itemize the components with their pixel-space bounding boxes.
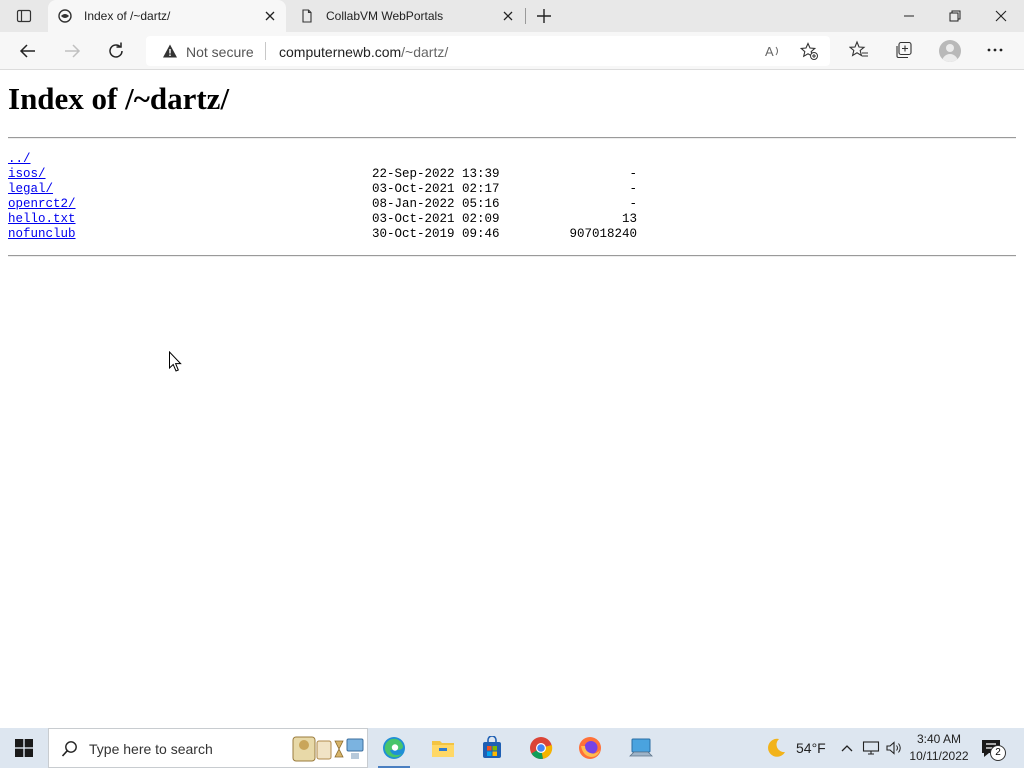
search-placeholder: Type here to search: [89, 741, 213, 757]
entry-date: 03-Oct-2021 02:17: [372, 182, 500, 196]
entry-size: -: [629, 182, 637, 196]
page-favicon-icon: [58, 9, 72, 23]
taskbar-firefox[interactable]: [566, 728, 614, 768]
taskbar-computer[interactable]: [617, 728, 665, 768]
document-icon: [302, 9, 312, 23]
add-favorite-icon[interactable]: [800, 42, 818, 60]
weather-widget[interactable]: [762, 728, 790, 768]
taskbar-edge[interactable]: [370, 728, 418, 768]
profile-avatar[interactable]: [939, 40, 961, 62]
navigation-toolbar: Not secure computernewb.com/~dartz/ A: [0, 32, 1024, 70]
divider-bottom: [8, 255, 1016, 257]
volume-icon[interactable]: [884, 728, 904, 768]
address-separator: [265, 42, 266, 60]
more-options-icon[interactable]: [985, 40, 1005, 60]
entry-link[interactable]: legal/: [8, 182, 53, 197]
tab-title: Index of /~dartz/: [84, 9, 171, 23]
notification-count-badge: 2: [990, 745, 1006, 761]
computer-icon: [629, 738, 653, 757]
clock-time: 3:40 AM: [916, 732, 962, 746]
close-tab-icon[interactable]: [500, 8, 516, 24]
divider-top: [8, 137, 1016, 139]
entry-link[interactable]: openrct2/: [8, 197, 76, 212]
page-content: Index of /~dartz/ ../ isos/ 22-Sep-2022 …: [0, 71, 1024, 728]
back-icon[interactable]: [17, 40, 39, 62]
entry-size: 13: [621, 212, 637, 226]
forward-icon[interactable]: [61, 40, 83, 62]
taskbar-file-explorer[interactable]: [419, 728, 467, 768]
start-button[interactable]: [0, 728, 48, 768]
taskbar: Type here to search 54°F 3:40 AM 10/11/2…: [0, 728, 1024, 768]
taskbar-microsoft-store[interactable]: [468, 728, 516, 768]
browser-window: Index of /~dartz/ CollabVM WebPortals No…: [0, 0, 1024, 728]
entry-size: 907018240: [569, 227, 637, 241]
tab-title: CollabVM WebPortals: [326, 9, 444, 23]
tab-separator: [525, 8, 526, 24]
url-host: computernewb.com: [279, 44, 402, 60]
favorites-icon[interactable]: [849, 40, 869, 60]
show-hidden-icons-icon[interactable]: [838, 728, 856, 768]
clock-date: 10/11/2022: [909, 749, 969, 763]
tab-strip: Index of /~dartz/ CollabVM WebPortals: [0, 0, 1024, 32]
security-label[interactable]: Not secure: [186, 44, 254, 60]
entry-link[interactable]: nofunclub: [8, 227, 76, 242]
close-tab-icon[interactable]: [262, 8, 278, 24]
taskbar-chrome[interactable]: [517, 728, 565, 768]
entry-link[interactable]: isos/: [8, 167, 46, 182]
search-highlight-illustration-icon: [292, 736, 364, 762]
tab-index-of-dartz[interactable]: Index of /~dartz/: [48, 0, 286, 32]
entry-date: 30-Oct-2019 09:46: [372, 227, 500, 241]
taskbar-search-box[interactable]: Type here to search: [48, 728, 368, 768]
close-window-icon[interactable]: [991, 6, 1011, 26]
tab-actions-icon[interactable]: [6, 4, 42, 28]
microsoft-store-icon: [483, 736, 501, 758]
file-explorer-icon: [432, 741, 454, 757]
entry-date: 03-Oct-2021 02:09: [372, 212, 500, 226]
network-icon[interactable]: [861, 728, 881, 768]
url-path: /~dartz/: [401, 44, 449, 60]
weather-temperature[interactable]: 54°F: [796, 740, 826, 756]
page-title: Index of /~dartz/: [8, 81, 230, 116]
taskbar-clock[interactable]: 3:40 AM 10/11/2022: [906, 731, 972, 765]
firefox-icon: [579, 737, 601, 759]
minimize-icon[interactable]: [899, 6, 919, 26]
edge-icon: [383, 737, 405, 759]
new-tab-icon[interactable]: [534, 6, 554, 26]
restore-icon[interactable]: [945, 6, 965, 26]
url-text[interactable]: computernewb.com/~dartz/: [279, 44, 448, 60]
moon-icon: [768, 738, 785, 757]
entry-size: -: [629, 197, 637, 211]
entry-date: 22-Sep-2022 13:39: [372, 167, 500, 181]
tab-collabvm-webportals[interactable]: CollabVM WebPortals: [290, 0, 524, 32]
chrome-icon: [530, 737, 553, 759]
entry-link[interactable]: ../: [8, 152, 31, 167]
windows-logo-icon: [15, 739, 33, 757]
entry-size: -: [629, 167, 637, 181]
entry-date: 08-Jan-2022 05:16: [372, 197, 500, 211]
warning-icon[interactable]: [162, 43, 178, 59]
address-bar[interactable]: Not secure computernewb.com/~dartz/ A: [146, 36, 830, 66]
svg-text:A: A: [765, 44, 774, 59]
collections-icon[interactable]: [894, 40, 914, 60]
refresh-icon[interactable]: [105, 40, 127, 62]
read-aloud-icon[interactable]: A: [764, 42, 782, 60]
search-icon: [61, 741, 77, 757]
mouse-pointer-icon: [169, 351, 182, 372]
entry-link[interactable]: hello.txt: [8, 212, 76, 227]
